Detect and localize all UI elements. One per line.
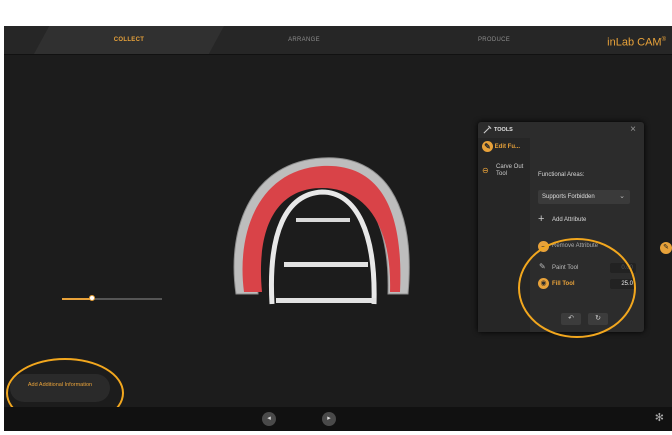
step-produce[interactable]: PRODUCE: [424, 26, 564, 54]
bottom-toolbar: ◂ ▸ ✻: [4, 407, 672, 431]
slider-fill: [62, 298, 92, 300]
chevron-down-icon: ⌄: [619, 193, 625, 200]
settings-icon[interactable]: ✻: [655, 411, 664, 424]
sidebar-item-edit-functional[interactable]: ✎ Edit Fu...: [482, 141, 520, 152]
functional-areas-dropdown[interactable]: Supports Forbidden ⌄: [538, 190, 630, 204]
carve-out-icon: ⊖: [482, 166, 489, 175]
edit-functional-icon: ✎: [482, 141, 493, 152]
previous-view-button[interactable]: ◂: [262, 412, 276, 426]
tools-header: TOOLS ×: [478, 122, 644, 138]
support-bar-3: [276, 298, 376, 303]
plus-icon: +: [538, 213, 545, 225]
highlight-ring-tools: [518, 238, 636, 338]
next-view-button[interactable]: ▸: [322, 412, 336, 426]
tools-title: TOOLS: [494, 127, 513, 133]
tool-size-slider[interactable]: [62, 295, 162, 301]
support-bar-2: [284, 262, 368, 267]
support-bar-1: [296, 218, 350, 222]
app-window: COLLECT ARRANGE PRODUCE inLab CAM® TOOLS…: [4, 26, 672, 431]
step-collect[interactable]: COLLECT: [34, 26, 224, 54]
add-attribute-button[interactable]: + Add Attribute: [538, 213, 634, 228]
brand-logo: inLab CAM®: [607, 36, 666, 49]
workflow-bar: COLLECT ARRANGE PRODUCE inLab CAM®: [4, 26, 672, 55]
functional-areas-label: Functional Areas:: [538, 172, 585, 178]
model-inner-arch: [268, 189, 377, 305]
slider-handle[interactable]: [89, 295, 95, 301]
arrow-left-icon: ◂: [267, 415, 271, 422]
tools-toggle-icon[interactable]: ✎: [660, 242, 672, 254]
step-arrange[interactable]: ARRANGE: [234, 26, 374, 54]
arrow-right-icon: ▸: [327, 415, 331, 422]
tools-icon: [483, 125, 492, 134]
close-icon[interactable]: ×: [630, 124, 636, 135]
